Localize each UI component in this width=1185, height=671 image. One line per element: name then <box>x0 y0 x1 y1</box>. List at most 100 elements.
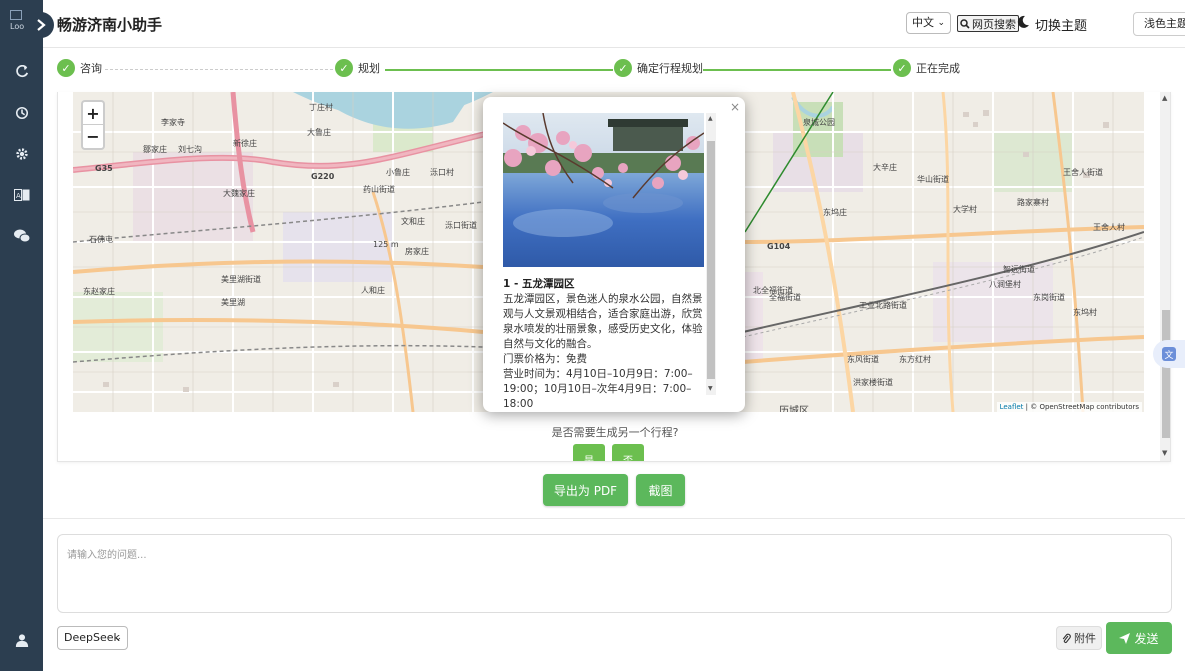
zoom-out-button[interactable]: − <box>83 125 103 148</box>
header: 畅游济南小助手 中文 ⌄ 网页搜索 切换主题 浅色主题 ⌄ <box>43 0 1185 48</box>
map-label: 大学村 <box>953 205 977 214</box>
regenerate-question: 是否需要生成另一个行程? <box>551 426 679 439</box>
attraction-photo <box>503 113 704 267</box>
scrollbar-thumb[interactable] <box>1162 310 1170 438</box>
map-attribution: Leaflet | © OpenStreetMap contributors <box>996 402 1142 412</box>
gear-icon[interactable] <box>12 144 32 164</box>
scroll-up-icon[interactable]: ▲ <box>708 115 713 122</box>
map-label: 刘七沟 <box>178 145 202 154</box>
chevron-right-icon <box>37 19 46 31</box>
scroll-down-icon[interactable]: ▼ <box>708 385 713 392</box>
divider <box>43 518 1185 519</box>
chevron-down-icon: ⌄ <box>114 633 122 643</box>
paperclip-icon <box>1062 633 1071 643</box>
step-label: 规划 <box>358 62 380 75</box>
send-button[interactable]: 发送 <box>1106 622 1172 654</box>
logo-image: Loo <box>10 10 30 36</box>
refresh-icon[interactable] <box>12 62 32 82</box>
map-label: 房家庄 <box>405 247 429 256</box>
history-icon[interactable] <box>12 103 32 123</box>
scroll-up-icon[interactable]: ▲ <box>1162 94 1167 102</box>
map-label: 工业北路街道 <box>859 301 907 310</box>
map-label: G35 <box>95 164 113 173</box>
screenshot-button[interactable]: 截图 <box>636 474 685 506</box>
opening-hours: 营业时间为：4月10日–10月9日：7:00–19:00；10月10日–次年4月… <box>503 368 693 410</box>
moon-icon[interactable] <box>1016 15 1030 29</box>
zoom-in-button[interactable]: + <box>83 102 103 125</box>
svg-text:A: A <box>16 192 21 200</box>
step-connector <box>385 69 613 71</box>
theme-toggle-label[interactable]: 切换主题 <box>1035 15 1087 34</box>
map-label: 全福街道 <box>769 293 801 302</box>
map-label: 李家寺 <box>161 118 185 127</box>
map-label: 八涧堡村 <box>989 280 1021 289</box>
check-icon: ✓ <box>893 59 911 77</box>
sidebar-toggle-button[interactable] <box>28 12 54 38</box>
map-label: 125 m <box>373 240 399 249</box>
map-label: 华山街道 <box>917 175 949 184</box>
map-label: 东风街道 <box>847 355 879 364</box>
chevron-down-icon: ⌄ <box>937 18 945 28</box>
step-finishing: ✓ 正在完成 <box>893 59 960 77</box>
user-icon[interactable] <box>12 630 32 650</box>
map-label: 智远街道 <box>1003 265 1035 274</box>
map-label: 泺口街道 <box>445 221 477 230</box>
map-label: 大辛庄 <box>873 163 897 172</box>
map-label: 东赵家庄 <box>83 287 115 296</box>
language-value: 中文 <box>912 16 934 29</box>
card-scrollbar[interactable]: ▲ ▼ <box>1160 92 1170 461</box>
map-label: 药山街道 <box>363 185 395 194</box>
map-label: 美里湖街道 <box>221 275 261 284</box>
map-label: 人和庄 <box>361 286 385 295</box>
step-consult: ✓ 咨询 <box>57 59 102 77</box>
app-title: 畅游济南小助手 <box>57 16 163 34</box>
scrollbar-thumb[interactable] <box>707 141 715 379</box>
language-select[interactable]: 中文 ⌄ <box>906 12 951 34</box>
close-icon[interactable]: × <box>730 100 740 114</box>
map-label: 泉城公园 <box>803 118 835 127</box>
step-confirm: ✓ 确定行程规划 <box>614 59 703 77</box>
map-label: 美里湖 <box>221 298 245 307</box>
map-label: 泺口村 <box>430 168 454 177</box>
attribution-text: | © OpenStreetMap contributors <box>1025 403 1139 411</box>
logo-alt-text: Loo <box>10 22 25 31</box>
step-plan: ✓ 规划 <box>335 59 380 77</box>
chat-input[interactable]: 请输入您的问题... <box>57 534 1172 613</box>
check-icon: ✓ <box>57 59 75 77</box>
sidebar: Loo A <box>0 0 43 671</box>
attraction-description: 五龙潭园区，景色迷人的泉水公园，自然景观与人文景观相结合，适合家庭出游，欣赏泉水… <box>503 293 703 350</box>
map-label: 东方红村 <box>899 355 931 364</box>
map-label: 路家寨村 <box>1017 198 1049 207</box>
no-button[interactable]: 否 <box>612 444 644 461</box>
theme-value: 浅色主题 <box>1144 17 1185 30</box>
map-popup: × 1 - 五龙潭园区 五龙潭园区，景色迷人的泉水公园，自然景观与人文景观相结合… <box>483 97 745 412</box>
attach-button[interactable]: 附件 <box>1056 626 1102 650</box>
theme-select[interactable]: 浅色主题 ⌄ <box>1133 12 1185 36</box>
attach-label: 附件 <box>1074 632 1096 645</box>
yes-button[interactable]: 是 <box>573 444 605 461</box>
map-label: 王舍人村 <box>1093 223 1125 232</box>
map-label: 新徐庄 <box>233 139 257 148</box>
scroll-down-icon[interactable]: ▼ <box>1162 449 1167 457</box>
step-label: 确定行程规划 <box>637 62 703 75</box>
map-label: G104 <box>767 242 791 251</box>
step-connector <box>703 69 891 71</box>
map-label: 大鲁庄 <box>307 128 331 137</box>
translate-icon[interactable]: A <box>12 185 32 205</box>
attraction-title: 1 - 五龙潭园区 <box>503 278 575 290</box>
web-search-button[interactable]: 网页搜索 <box>957 15 1019 32</box>
popup-scrollbar[interactable]: ▲ ▼ <box>706 113 716 395</box>
web-search-label: 网页搜索 <box>972 17 1016 31</box>
map-label: 丁庄村 <box>309 103 333 112</box>
search-icon <box>960 18 970 29</box>
model-select[interactable]: DeepSeek ⌄ <box>57 626 128 650</box>
model-value: DeepSeek <box>64 631 120 644</box>
leaflet-link[interactable]: Leaflet <box>1000 403 1024 411</box>
export-pdf-button[interactable]: 导出为 PDF <box>543 474 628 506</box>
step-label: 正在完成 <box>916 62 960 75</box>
floating-translate-tab[interactable]: 文 <box>1153 340 1185 368</box>
broken-image-icon <box>10 10 22 20</box>
chat-icon[interactable] <box>12 226 32 246</box>
map-label: 鄒家庄 <box>143 145 167 154</box>
paper-plane-icon <box>1119 632 1131 644</box>
